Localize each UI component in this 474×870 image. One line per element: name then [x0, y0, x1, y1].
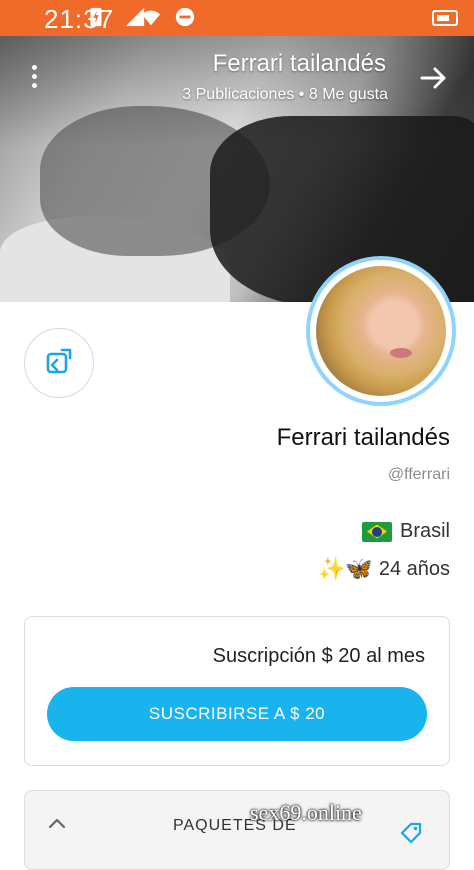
status-bar: 21:37 [0, 0, 474, 36]
watermark: sex69.online [250, 800, 362, 825]
status-icon-placeholder [6, 6, 28, 28]
share-button[interactable] [24, 328, 94, 398]
share-icon [46, 348, 72, 374]
age-emoji: ✨🦋 [318, 556, 373, 581]
tag-icon [400, 822, 422, 844]
packages-card[interactable]: PAQUETES DE [24, 790, 450, 870]
country-label: Brasil [399, 520, 450, 542]
subscription-card: Suscripción $ 20 al mes SUSCRIBIRSE A $ … [24, 616, 450, 766]
subscription-text: Suscripción $ 20 al mes [212, 645, 425, 667]
header-stats: 3 Publicaciones • 8 Me gusta [182, 86, 388, 103]
profile-age: ✨🦋 24 años [318, 556, 450, 582]
chevron-up-icon[interactable] [47, 813, 67, 833]
age-label: 24 años [378, 557, 450, 580]
profile-name: Ferrari tailandés [276, 424, 450, 451]
more-vertical-icon[interactable] [24, 62, 44, 96]
avatar[interactable] [306, 256, 456, 406]
profile-country: Brasil [361, 520, 450, 543]
battery-icon [432, 10, 458, 26]
arrow-right-icon[interactable] [416, 60, 452, 96]
profile-handle: @fferrari [387, 466, 450, 483]
brazil-flag-icon [361, 521, 392, 542]
wifi-icon [141, 10, 161, 26]
subscribe-button[interactable]: SUSCRIBIRSE A $ 20 [47, 687, 427, 741]
header-title: Ferrari tailandés [212, 50, 386, 77]
do-not-disturb-icon [175, 7, 195, 27]
charging-icon [90, 7, 102, 27]
